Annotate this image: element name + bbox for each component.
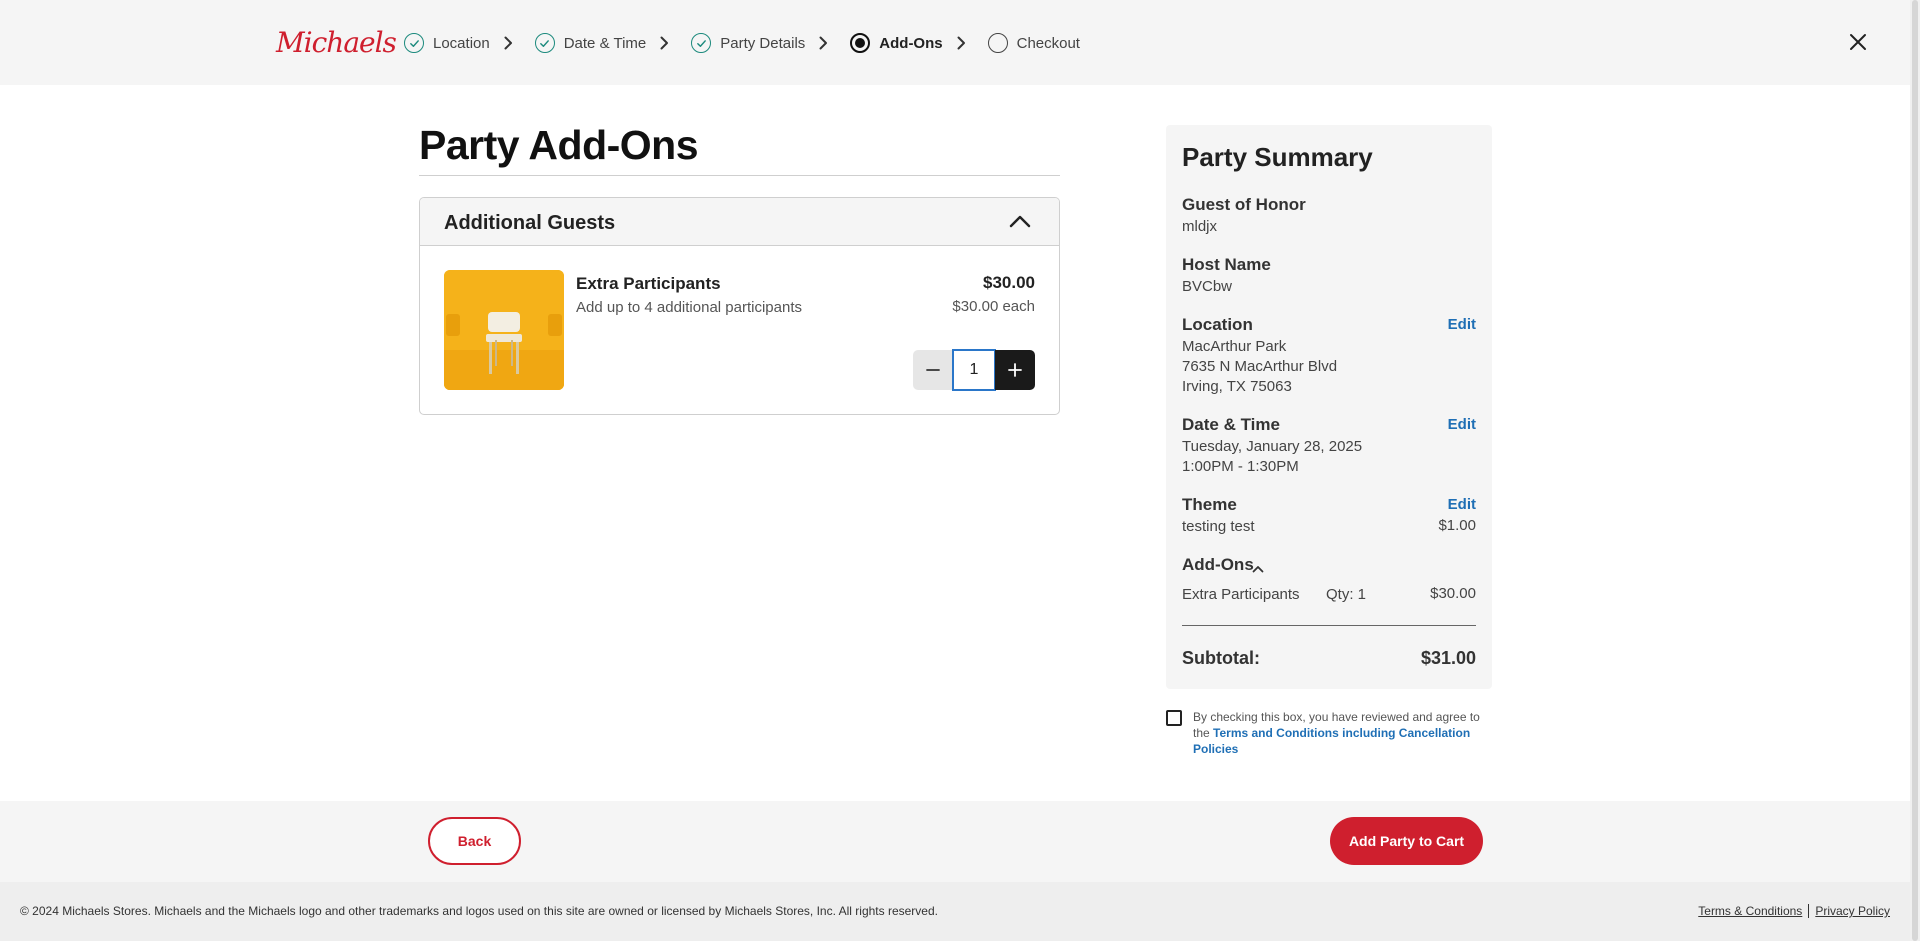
page-scrollbar[interactable] xyxy=(1910,0,1920,941)
item-description: Add up to 4 additional participants xyxy=(576,299,802,316)
edit-theme-link[interactable]: Edit xyxy=(1448,496,1476,513)
step-label: Checkout xyxy=(1016,34,1080,52)
addons-summary-toggle[interactable]: Add-Ons xyxy=(1182,555,1254,575)
footer-links: Terms & Conditions Privacy Policy xyxy=(1698,904,1890,918)
guest-of-honor-value: mldjx xyxy=(1182,218,1218,235)
guest-of-honor-label: Guest of Honor xyxy=(1182,195,1306,214)
addon-line-name: Extra Participants xyxy=(1182,586,1300,603)
extra-participants-image xyxy=(444,270,564,390)
page-title: Party Add-Ons xyxy=(419,122,699,168)
progress-steps: Location Date & Time Party Details Add-O… xyxy=(404,30,1080,56)
addon-line-qty: Qty: 1 xyxy=(1326,586,1367,603)
step-add-ons: Add-Ons xyxy=(850,33,943,53)
date-time-label: Date & Time xyxy=(1182,415,1280,434)
plus-icon xyxy=(1008,363,1022,377)
item-name: Extra Participants xyxy=(576,274,721,293)
empty-circle-icon xyxy=(987,33,1008,53)
quantity-stepper xyxy=(913,349,1035,391)
check-circle-icon xyxy=(404,33,424,53)
divider xyxy=(419,175,1060,176)
step-checkout: Checkout xyxy=(987,33,1080,53)
step-label: Date & Time xyxy=(563,34,647,52)
step-label: Party Details xyxy=(720,34,806,52)
summary-divider xyxy=(1182,625,1476,626)
divider xyxy=(1808,904,1810,918)
location-city: Irving, TX 75063 xyxy=(1182,378,1292,395)
privacy-policy-link[interactable]: Privacy Policy xyxy=(1815,904,1890,918)
step-location[interactable]: Location xyxy=(404,33,490,53)
item-unit-price: $30.00 each xyxy=(952,298,1035,315)
location-label: Location xyxy=(1182,315,1253,334)
step-party-details[interactable]: Party Details xyxy=(691,33,805,53)
edit-date-time-link[interactable]: Edit xyxy=(1448,416,1476,433)
host-name-label: Host Name xyxy=(1182,255,1271,274)
add-party-to-cart-button[interactable]: Add Party to Cart xyxy=(1330,817,1483,865)
michaels-logo[interactable]: Michaels xyxy=(276,26,397,59)
terms-checkbox[interactable] xyxy=(1166,710,1182,726)
chevron-right-icon xyxy=(819,36,828,50)
back-button[interactable]: Back xyxy=(428,817,521,865)
chevron-up-icon[interactable] xyxy=(1009,214,1031,233)
check-circle-icon xyxy=(534,33,555,53)
theme-price: $1.00 xyxy=(1438,517,1476,534)
increase-quantity-button[interactable] xyxy=(995,350,1035,390)
edit-location-link[interactable]: Edit xyxy=(1448,316,1476,333)
step-date-time[interactable]: Date & Time xyxy=(534,33,647,53)
action-bar xyxy=(0,801,1910,882)
party-date: Tuesday, January 28, 2025 xyxy=(1182,438,1363,455)
agreement-text: By checking this box, you have reviewed … xyxy=(1193,709,1493,757)
terms-link[interactable]: Terms and Conditions including Cancellat… xyxy=(1193,726,1470,756)
location-name: MacArthur Park xyxy=(1182,338,1287,355)
party-summary: Party Summary Guest of Honor mldjx Host … xyxy=(1166,125,1492,689)
checkout-header: Michaels Location Date & Time Party Deta… xyxy=(0,0,1910,85)
active-step-icon xyxy=(850,33,871,53)
party-time: 1:00PM - 1:30PM xyxy=(1182,458,1299,475)
summary-title: Party Summary xyxy=(1182,142,1373,172)
host-name-value: BVCbw xyxy=(1182,278,1233,295)
scrollbar-thumb[interactable] xyxy=(1912,0,1918,941)
theme-label: Theme xyxy=(1182,495,1237,514)
quantity-input[interactable] xyxy=(952,349,996,391)
check-circle-icon xyxy=(691,33,712,53)
step-label: Add-Ons xyxy=(879,34,943,52)
additional-guests-toggle[interactable]: Additional Guests xyxy=(420,198,1059,246)
subtotal-value: $31.00 xyxy=(1420,648,1476,668)
terms-conditions-link[interactable]: Terms & Conditions xyxy=(1698,904,1802,918)
minus-icon xyxy=(926,369,940,371)
theme-value: testing test xyxy=(1182,518,1255,535)
additional-guests-panel: Additional Guests Extra Participants Add… xyxy=(419,197,1060,415)
location-street: 7635 N MacArthur Blvd xyxy=(1182,358,1338,375)
chevron-right-icon xyxy=(504,36,513,50)
chevron-right-icon xyxy=(660,36,669,50)
chevron-up-icon[interactable] xyxy=(1252,560,1264,578)
subtotal-label: Subtotal: xyxy=(1182,648,1260,668)
decrease-quantity-button[interactable] xyxy=(913,350,953,390)
item-price: $30.00 xyxy=(983,273,1035,292)
chevron-right-icon xyxy=(957,36,966,50)
copyright-text: © 2024 Michaels Stores. Michaels and the… xyxy=(20,904,938,918)
panel-title: Additional Guests xyxy=(444,212,616,234)
step-label: Location xyxy=(433,34,490,52)
addon-line-price: $30.00 xyxy=(1430,585,1476,602)
close-icon[interactable] xyxy=(1848,32,1868,52)
